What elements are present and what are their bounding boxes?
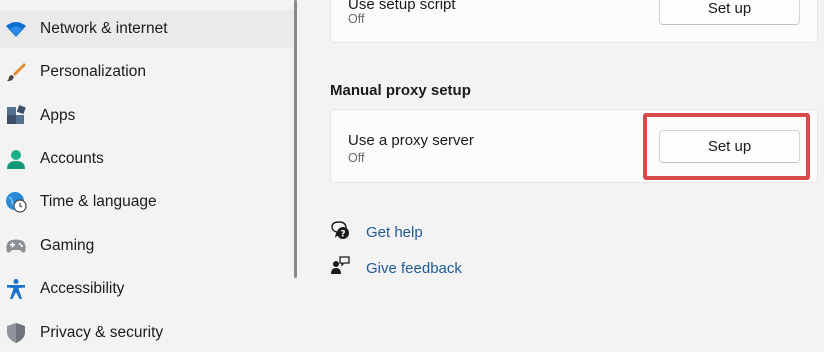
brush-icon	[4, 60, 28, 84]
sidebar-item-label: Personalization	[40, 63, 146, 80]
person-icon	[4, 147, 28, 171]
highlight-annotation	[643, 113, 810, 180]
sidebar-item-accessibility[interactable]: Accessibility	[0, 270, 294, 308]
give-feedback-label: Give feedback	[366, 260, 462, 277]
feedback-icon	[330, 256, 350, 281]
sidebar-item-privacy-security[interactable]: Privacy & security	[0, 314, 294, 352]
sidebar-item-label: Network & internet	[40, 20, 168, 37]
give-feedback-link[interactable]: Give feedback	[330, 256, 462, 281]
proxy-server-title: Use a proxy server	[348, 132, 474, 149]
sidebar-item-label: Privacy & security	[40, 324, 164, 341]
proxy-server-status: Off	[348, 151, 365, 165]
svg-text:?: ?	[340, 230, 345, 240]
setup-script-setup-button[interactable]: Set up	[659, 0, 800, 25]
sidebar-item-time-language[interactable]: Time & language	[0, 183, 294, 221]
navigation-sidebar: Network & internet Personalization Apps	[0, 0, 295, 347]
sidebar-item-label: Apps	[40, 107, 76, 124]
help-icon: ?	[330, 220, 350, 245]
setup-script-card: Use setup script Off Set up	[330, 0, 818, 43]
apps-icon	[4, 104, 28, 128]
wifi-icon	[4, 17, 28, 41]
accessibility-icon	[4, 277, 28, 301]
sidebar-item-apps[interactable]: Apps	[0, 97, 294, 135]
setup-script-status: Off	[348, 12, 365, 26]
globe-clock-icon	[4, 190, 28, 214]
sidebar-item-gaming[interactable]: Gaming	[0, 227, 294, 265]
sidebar-item-accounts[interactable]: Accounts	[0, 140, 294, 178]
sidebar-item-label: Gaming	[40, 237, 95, 254]
sidebar-item-personalization[interactable]: Personalization	[0, 53, 294, 91]
sidebar-item-label: Time & language	[40, 193, 157, 210]
gamepad-icon	[4, 234, 28, 258]
shield-icon	[4, 321, 28, 345]
section-title-manual-proxy: Manual proxy setup	[330, 82, 471, 99]
sidebar-item-label: Accessibility	[40, 280, 125, 297]
get-help-link[interactable]: ? Get help	[330, 220, 423, 245]
sidebar-scrollbar[interactable]	[294, 0, 297, 278]
get-help-label: Get help	[366, 224, 423, 241]
sidebar-item-network[interactable]: Network & internet	[0, 10, 294, 48]
sidebar-item-label: Accounts	[40, 150, 104, 167]
